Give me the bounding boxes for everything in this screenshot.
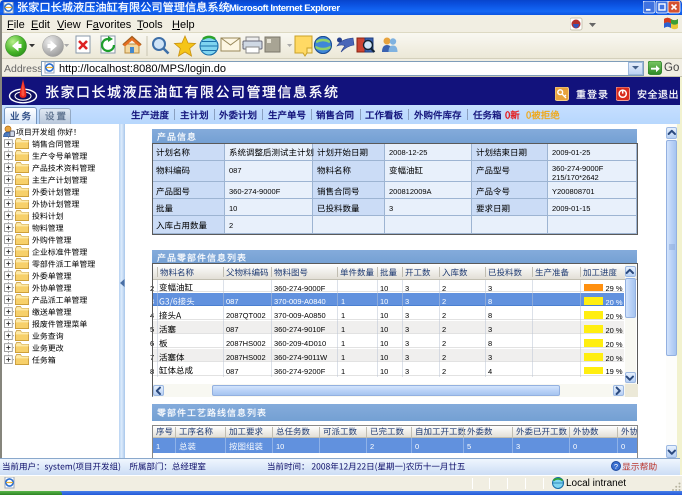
svg-text:?: ? bbox=[614, 462, 618, 471]
